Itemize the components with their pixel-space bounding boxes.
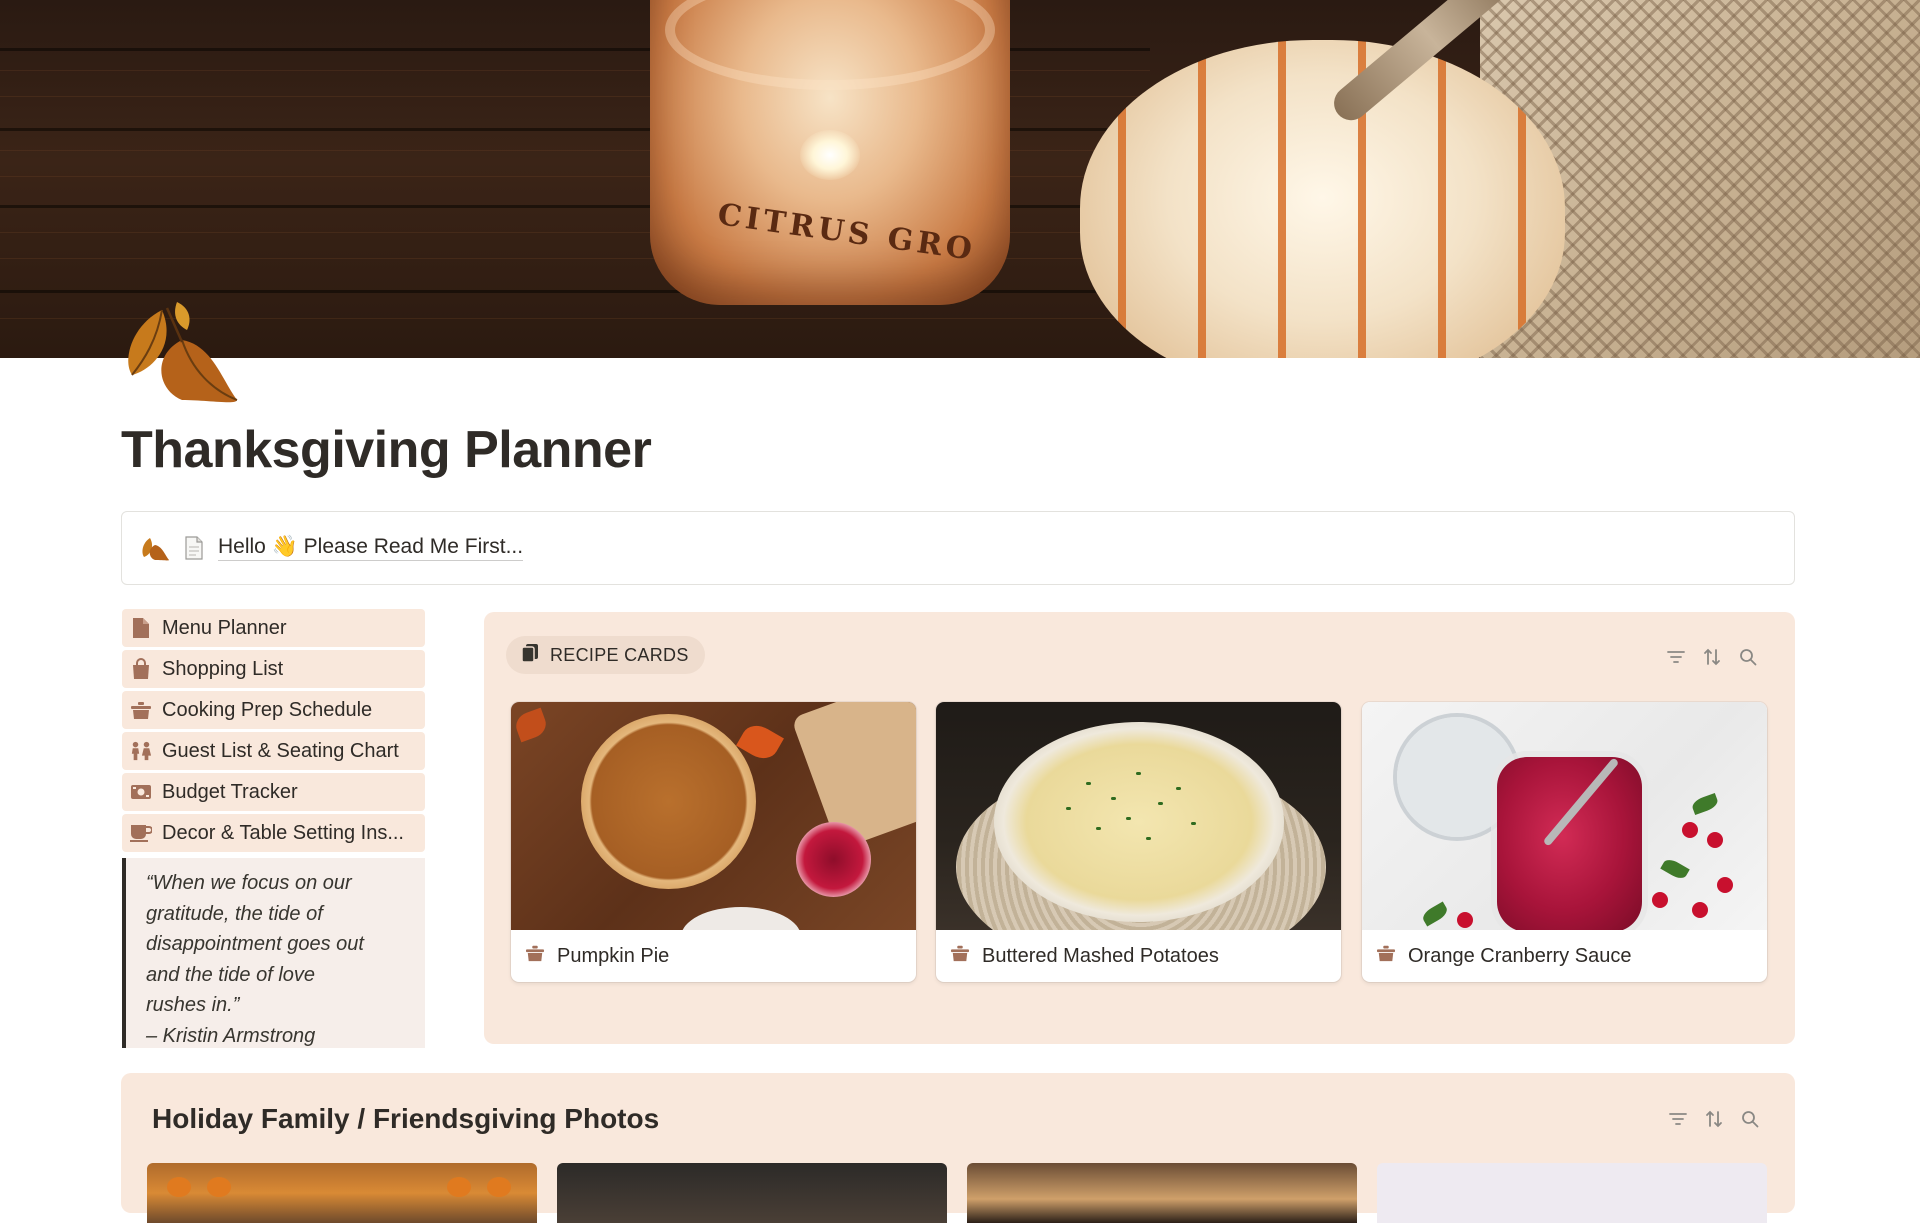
- page-cover: CITRUS GRO: [0, 0, 1920, 358]
- filter-icon[interactable]: [1667, 1108, 1689, 1130]
- cooking-pot-icon: [525, 944, 545, 968]
- coffee-cup-icon: [130, 822, 152, 844]
- money-icon: [130, 781, 152, 803]
- recipe-card-cranberry-sauce[interactable]: Orange Cranberry Sauce: [1362, 702, 1767, 982]
- nav-item-shopping-list[interactable]: Shopping List: [122, 650, 425, 688]
- recipes-toolbar: [1665, 646, 1759, 668]
- people-icon: [130, 740, 152, 762]
- mashed-potatoes-image: [936, 702, 1341, 930]
- photo-card[interactable]: [147, 1163, 537, 1223]
- shopping-bag-icon: [130, 658, 152, 680]
- search-icon[interactable]: [1739, 1108, 1761, 1130]
- gratitude-quote: “When we focus on our gratitude, the tid…: [122, 858, 425, 1048]
- recipe-card-title: Buttered Mashed Potatoes: [982, 944, 1219, 967]
- cooking-pot-icon: [1376, 944, 1396, 968]
- document-icon: [130, 617, 152, 639]
- tab-recipe-cards[interactable]: RECIPE CARDS: [506, 636, 705, 674]
- read-me-first-callout: Hello 👋 Please Read Me First...: [121, 511, 1795, 585]
- autumn-leaves-icon: [140, 535, 170, 561]
- nav-item-decor-table-setting[interactable]: Decor & Table Setting Ins...: [122, 814, 425, 852]
- holiday-photos-gallery: Holiday Family / Friendsgiving Photos: [121, 1073, 1795, 1223]
- cooking-pot-icon: [950, 944, 970, 968]
- page-title: Thanksgiving Planner: [121, 421, 652, 479]
- filter-icon[interactable]: [1665, 646, 1687, 668]
- sidebar-nav: Menu Planner Shopping List Cooking Prep …: [122, 609, 425, 1048]
- recipe-card-title: Pumpkin Pie: [557, 944, 670, 967]
- photos-section-title: Holiday Family / Friendsgiving Photos: [152, 1103, 660, 1134]
- search-icon[interactable]: [1737, 646, 1759, 668]
- sort-icon[interactable]: [1701, 646, 1723, 668]
- document-icon: [184, 536, 204, 560]
- nav-item-menu-planner[interactable]: Menu Planner: [122, 609, 425, 647]
- photos-toolbar: [1667, 1108, 1761, 1130]
- autumn-leaves-icon[interactable]: [122, 300, 242, 410]
- sort-icon[interactable]: [1703, 1108, 1725, 1130]
- photo-card[interactable]: [1377, 1163, 1767, 1223]
- nav-item-cooking-prep-schedule[interactable]: Cooking Prep Schedule: [122, 691, 425, 729]
- recipe-card-pumpkin-pie[interactable]: Pumpkin Pie: [511, 702, 916, 982]
- cooking-pot-icon: [130, 699, 152, 721]
- recipe-cards-gallery: RECIPE CARDS Pumpkin Pie Buttered Mashed…: [484, 612, 1795, 1044]
- nav-item-guest-list-seating-chart[interactable]: Guest List & Seating Chart: [122, 732, 425, 770]
- read-me-first-link[interactable]: Hello 👋 Please Read Me First...: [218, 535, 524, 561]
- photo-card[interactable]: [557, 1163, 947, 1223]
- photo-card[interactable]: [967, 1163, 1357, 1223]
- cards-icon: [520, 643, 540, 668]
- recipe-card-title: Orange Cranberry Sauce: [1408, 944, 1632, 967]
- cranberry-sauce-image: [1362, 702, 1767, 930]
- recipe-card-mashed-potatoes[interactable]: Buttered Mashed Potatoes: [936, 702, 1341, 982]
- nav-item-budget-tracker[interactable]: Budget Tracker: [122, 773, 425, 811]
- pumpkin-pie-image: [511, 702, 916, 930]
